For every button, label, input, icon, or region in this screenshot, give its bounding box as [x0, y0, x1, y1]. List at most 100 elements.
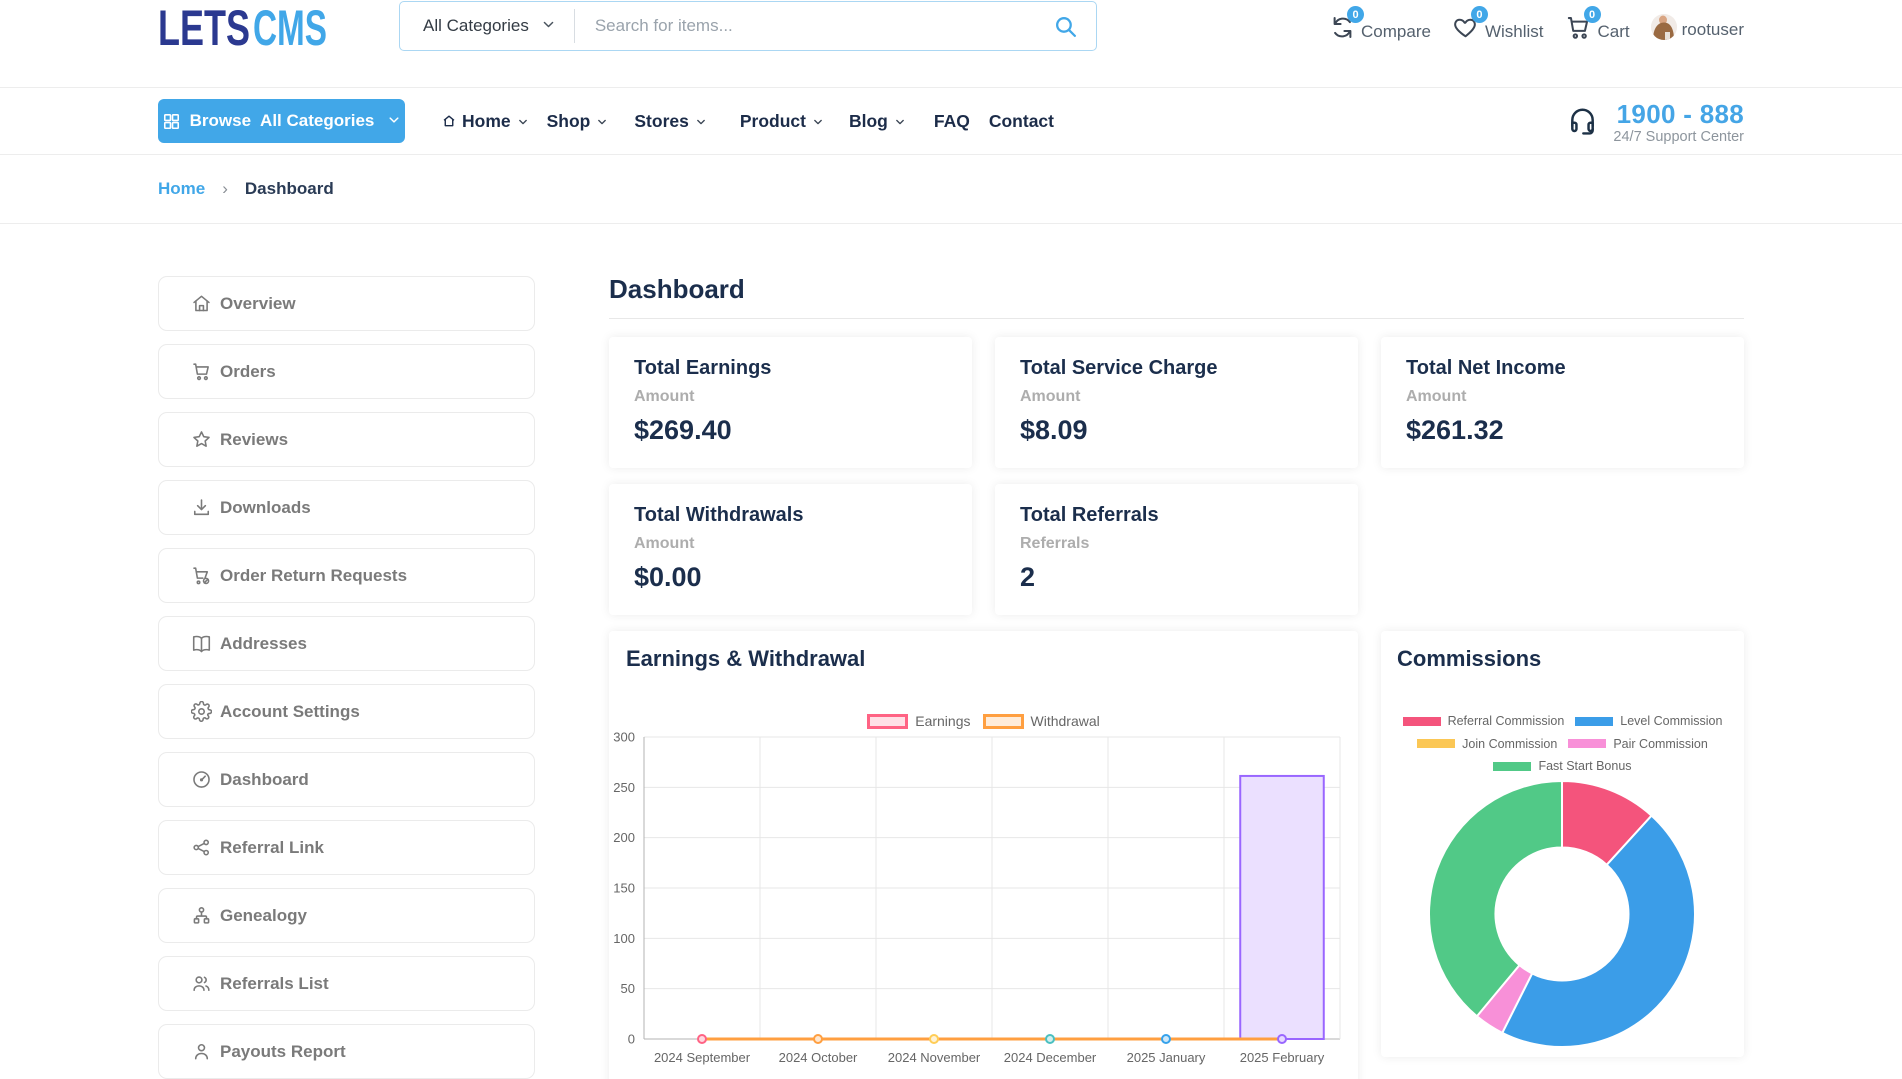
stat-title: Total Earnings [634, 356, 947, 380]
cart-count-badge: 0 [1584, 6, 1601, 23]
line-point [1162, 1035, 1170, 1043]
search-button[interactable] [1045, 14, 1096, 39]
stat-caption: Amount [634, 535, 947, 553]
sidebar-item-referrals-list[interactable]: Referrals List [158, 956, 535, 1011]
sidebar-item-label: Payouts Report [220, 1042, 346, 1062]
sidebar-item-genealogy[interactable]: Genealogy [158, 888, 535, 943]
x-tick-label: 2024 September [654, 1050, 751, 1065]
support-phone[interactable]: 1900 - 888 [1613, 101, 1744, 128]
breadcrumb-bar: Home › Dashboard [0, 155, 1902, 224]
sidebar-item-dashboard[interactable]: Dashboard [158, 752, 535, 807]
legend-swatch [1568, 739, 1606, 748]
nav-item-home[interactable]: Home [442, 109, 529, 133]
nav-item-shop[interactable]: Shop [547, 109, 609, 133]
legend-item-referral-commission[interactable]: Referral Commission [1403, 714, 1565, 728]
header-actions: 0Compare0Wishlist0Cartrootuser [1328, 0, 1744, 54]
user-menu[interactable]: rootuser [1651, 14, 1744, 40]
cart-return-icon [191, 565, 212, 586]
sidebar-item-order-return-requests[interactable]: Order Return Requests [158, 548, 535, 603]
earnings-withdrawal-chart: 0501001502002503002024 September2024 Oct… [609, 631, 1358, 1079]
stat-title: Total Referrals [1020, 503, 1333, 527]
stat-caption: Amount [634, 388, 947, 406]
sidebar-item-addresses[interactable]: Addresses [158, 616, 535, 671]
nav-item-stores[interactable]: Stores [634, 109, 706, 133]
legend-item-fast-start-bonus[interactable]: Fast Start Bonus [1493, 759, 1631, 773]
y-tick-label: 150 [613, 881, 635, 896]
sidebar-item-reviews[interactable]: Reviews [158, 412, 535, 467]
stat-caption: Referrals [1020, 535, 1333, 553]
stat-card-total-net-income: Total Net IncomeAmount$261.32 [1381, 337, 1744, 468]
sidebar-item-label: Downloads [220, 498, 311, 518]
browse-label: Browse [190, 111, 251, 131]
sidebar-item-label: Addresses [220, 634, 307, 654]
gear-icon [191, 701, 212, 722]
sidebar-item-payouts-report[interactable]: Payouts Report [158, 1024, 535, 1079]
search-category-select[interactable]: All Categories [400, 15, 574, 37]
legend-label: Fast Start Bonus [1538, 759, 1631, 773]
sidebar-item-downloads[interactable]: Downloads [158, 480, 535, 535]
brand-logo[interactable]: LETS CMS [158, 6, 328, 59]
legend-label: Referral Commission [1448, 714, 1565, 728]
donut-chart-legend: Referral Commission Level Commission Join … [1381, 714, 1744, 782]
nav-item-contact[interactable]: Contact [989, 111, 1054, 132]
sidebar-item-account-settings[interactable]: Account Settings [158, 684, 535, 739]
account-sidebar: Overview Orders Reviews Downloads Order Retu… [158, 276, 535, 1079]
legend-item-pair-commission[interactable]: Pair Commission [1568, 737, 1707, 751]
y-tick-label: 200 [613, 830, 635, 845]
x-tick-label: 2024 October [779, 1050, 858, 1065]
compare-icon-wrap: 0 [1328, 13, 1356, 41]
stat-card-total-earnings: Total EarningsAmount$269.40 [609, 337, 972, 468]
sidebar-item-label: Dashboard [220, 770, 309, 790]
star-icon [191, 429, 212, 450]
legend-item-level-commission[interactable]: Level Commission [1575, 714, 1722, 728]
users-icon [191, 973, 212, 994]
nav-item-product[interactable]: Product [740, 109, 824, 133]
nav-item-faq[interactable]: FAQ [934, 111, 970, 132]
browse-categories-button[interactable]: Browse All Categories [158, 99, 405, 143]
sidebar-item-referral-link[interactable]: Referral Link [158, 820, 535, 875]
cart-button[interactable]: 0Cart [1565, 12, 1630, 42]
sidebar-item-label: Overview [220, 294, 296, 314]
nav-item-label: Stores [634, 111, 688, 132]
compare-label: Compare [1361, 22, 1431, 42]
compare-button[interactable]: 0Compare [1328, 12, 1431, 42]
legend-swatch [1575, 717, 1613, 726]
wishlist-label: Wishlist [1485, 22, 1544, 42]
chevron-down-icon [596, 116, 608, 128]
nav-item-blog[interactable]: Blog [849, 109, 906, 133]
logo-text-secondary: CMS [253, 6, 327, 54]
stat-title: Total Withdrawals [634, 503, 947, 527]
legend-label: Join Commission [1462, 737, 1557, 751]
breadcrumb-home-link[interactable]: Home [158, 179, 205, 199]
avatar-image [1651, 14, 1677, 40]
line-point [930, 1035, 938, 1043]
share-icon [191, 837, 212, 858]
line-point [814, 1035, 822, 1043]
nav-item-label: Contact [989, 111, 1054, 132]
sidebar-item-label: Account Settings [220, 702, 360, 722]
sidebar-item-label: Genealogy [220, 906, 307, 926]
nav-item-label: Home [462, 111, 511, 132]
wishlist-button[interactable]: 0Wishlist [1452, 12, 1544, 42]
search-input[interactable] [575, 16, 1045, 36]
y-tick-label: 0 [628, 1032, 635, 1047]
commissions-chart [1381, 781, 1743, 1051]
commissions-chart-card: Commissions Referral CommissionLevel Com… [1381, 631, 1744, 1057]
y-tick-label: 300 [613, 730, 635, 745]
stat-title: Total Service Charge [1020, 356, 1333, 380]
chevron-down-icon [812, 116, 824, 128]
sidebar-item-orders[interactable]: Orders [158, 344, 535, 399]
cart-icon-wrap: 0 [1565, 13, 1593, 41]
legend-item-join-commission[interactable]: Join Commission [1417, 737, 1557, 751]
line-point [698, 1035, 706, 1043]
legend-swatch [1403, 717, 1441, 726]
breadcrumb: Home › Dashboard [158, 155, 1744, 223]
nav-links: Home Shop Stores Product Blog FAQ Contact [442, 109, 1054, 133]
user-name: rootuser [1682, 20, 1744, 40]
earnings-withdrawal-chart-card: Earnings & Withdrawal EarningsWithdrawal… [609, 631, 1358, 1079]
x-tick-label: 2025 February [1240, 1050, 1325, 1065]
support-caption: 24/7 Support Center [1613, 129, 1744, 145]
y-tick-label: 100 [613, 931, 635, 946]
wishlist-count-badge: 0 [1471, 6, 1488, 23]
sidebar-item-overview[interactable]: Overview [158, 276, 535, 331]
